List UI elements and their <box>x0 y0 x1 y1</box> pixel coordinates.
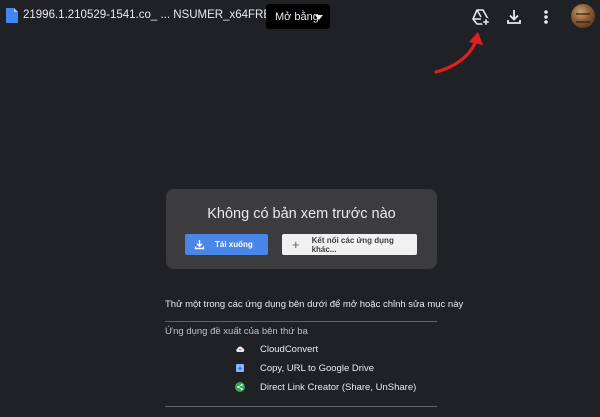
annotation-arrow-icon <box>434 32 483 74</box>
app-name: CloudConvert <box>260 343 319 355</box>
connect-apps-label: Kết nối các ứng dụng khác... <box>311 235 394 254</box>
top-bar: 21996.1.210529-1541.co_ ... NSUMER_x64FR… <box>0 0 600 34</box>
divider <box>165 406 437 407</box>
app-name: Copy, URL to Google Drive <box>260 362 375 374</box>
app-item-direct-link-creator[interactable]: Direct Link Creator (Share, UnShare) <box>235 380 416 394</box>
no-preview-title: Không có bản xem trước nào <box>207 206 396 222</box>
download-button-label: Tải xuống <box>215 240 253 249</box>
no-preview-card: Không có bản xem trước nào Tải xuống + K… <box>166 189 437 269</box>
open-with-label: Mở bằng <box>275 10 319 23</box>
app-item-cloudconvert[interactable]: CloudConvert <box>235 342 318 356</box>
download-icon <box>194 240 205 250</box>
plus-icon: + <box>292 237 300 252</box>
copy-url-icon <box>236 364 244 372</box>
share-icon <box>235 382 245 392</box>
cloudconvert-icon <box>236 346 245 352</box>
divider <box>165 321 437 322</box>
more-vert-icon[interactable] <box>535 6 557 28</box>
app-name: Direct Link Creator (Share, UnShare) <box>260 381 417 393</box>
avatar[interactable] <box>571 4 595 28</box>
app-item-copy-url[interactable]: Copy, URL to Google Drive <box>235 361 374 375</box>
download-icon[interactable] <box>503 6 525 28</box>
open-with-button[interactable]: Mở bằng <box>266 4 330 29</box>
connect-apps-button[interactable]: + Kết nối các ứng dụng khác... <box>282 234 417 255</box>
suggested-apps-heading: Ứng dụng đề xuất của bên thứ ba <box>165 326 308 337</box>
add-to-drive-icon[interactable] <box>470 6 492 28</box>
file-icon <box>6 8 18 23</box>
apps-hint: Thử một trong các ứng dụng bên dưới để m… <box>165 299 464 310</box>
download-button[interactable]: Tải xuống <box>185 234 268 255</box>
chevron-down-icon <box>315 15 323 20</box>
